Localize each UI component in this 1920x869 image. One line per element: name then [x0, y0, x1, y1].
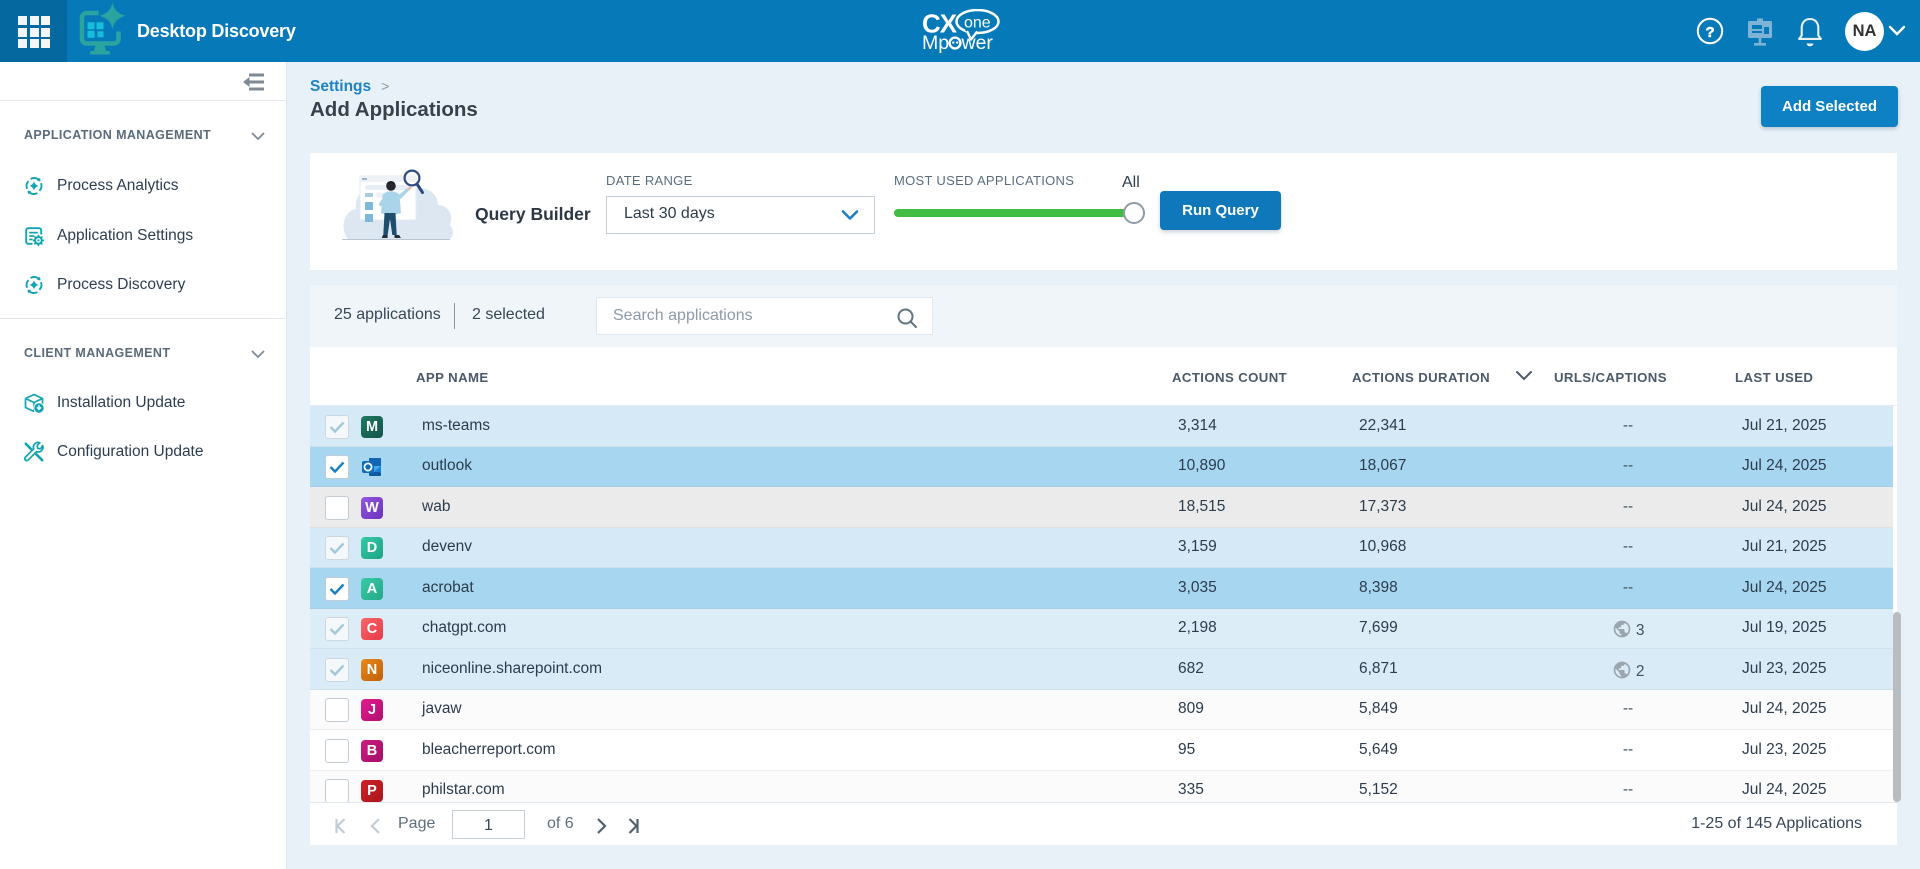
svg-text:?: ? — [1706, 24, 1715, 41]
svg-text:one: one — [964, 15, 991, 32]
svg-text:wer: wer — [961, 32, 994, 54]
svg-text:Mp: Mp — [922, 32, 949, 54]
